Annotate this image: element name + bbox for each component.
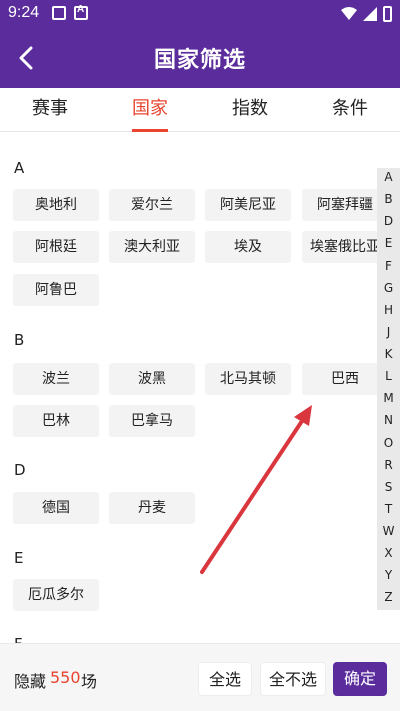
section-header-a: A [14, 159, 25, 177]
country-chip[interactable]: 阿塞拜疆 [302, 189, 388, 221]
section-header-b: B [14, 331, 25, 349]
country-chip[interactable]: 埃及 [205, 231, 291, 263]
country-chip[interactable]: 爱尔兰 [109, 189, 195, 221]
hidden-count: 550 [50, 668, 81, 687]
index-letter[interactable]: Y [377, 568, 400, 582]
image-notification-icon [52, 6, 66, 20]
section-header-e: E [14, 549, 24, 567]
country-chip[interactable]: 巴西 [302, 363, 388, 395]
section-header-f: F [14, 635, 23, 643]
hidden-unit: 场 [81, 672, 98, 691]
bottom-action-bar: 隐藏 550 场 全选 全不选 确定 [0, 643, 400, 711]
country-chip[interactable]: 巴林 [13, 405, 99, 437]
section-header-d: D [14, 461, 26, 479]
hidden-label: 隐藏 [14, 672, 47, 691]
app-notification-icon [74, 4, 88, 20]
index-letter[interactable]: H [377, 303, 400, 317]
select-none-button[interactable]: 全不选 [260, 662, 326, 696]
country-chip[interactable]: 厄瓜多尔 [13, 579, 99, 611]
signal-icon [363, 7, 377, 21]
country-chip[interactable]: 阿鲁巴 [13, 274, 99, 306]
country-chip[interactable]: 丹麦 [109, 492, 195, 524]
app-bar: 国家筛选 [0, 28, 400, 88]
country-chip[interactable]: 阿根廷 [13, 231, 99, 263]
filter-tabs: 赛事 国家 指数 条件 [0, 88, 400, 132]
index-letter[interactable]: X [377, 546, 400, 560]
index-letter[interactable]: G [377, 281, 400, 295]
tab-conditions[interactable]: 条件 [300, 88, 400, 132]
index-letter[interactable]: A [377, 170, 400, 184]
index-letter[interactable]: F [377, 259, 400, 273]
battery-icon [383, 6, 392, 22]
index-letter[interactable]: K [377, 347, 400, 361]
country-list[interactable]: A 奥地利 爱尔兰 阿美尼亚 阿塞拜疆 阿根廷 澳大利亚 埃及 埃塞俄比亚 阿鲁… [0, 133, 400, 643]
tab-country[interactable]: 国家 [100, 88, 200, 132]
index-letter[interactable]: N [377, 413, 400, 427]
index-letter[interactable]: E [377, 236, 400, 250]
country-chip[interactable]: 德国 [13, 492, 99, 524]
country-chip[interactable]: 波兰 [13, 363, 99, 395]
index-letter[interactable]: S [377, 480, 400, 494]
country-chip[interactable]: 奥地利 [13, 189, 99, 221]
tab-index[interactable]: 指数 [200, 88, 300, 132]
country-chip[interactable]: 北马其顿 [205, 363, 291, 395]
index-letter[interactable]: T [377, 502, 400, 516]
country-chip[interactable]: 巴拿马 [109, 405, 195, 437]
page-title: 国家筛选 [153, 48, 246, 73]
country-chip[interactable]: 波黑 [109, 363, 195, 395]
alphabet-index-bar[interactable]: A B D E F G H J K L M N O R S T W X Y Z [377, 168, 400, 610]
index-letter[interactable]: M [377, 391, 400, 405]
index-letter[interactable]: D [377, 214, 400, 228]
system-icons [341, 6, 392, 22]
wifi-icon [341, 7, 357, 20]
active-tab-indicator [132, 129, 168, 132]
tab-country-label: 国家 [132, 98, 168, 119]
confirm-button[interactable]: 确定 [333, 662, 387, 696]
index-letter[interactable]: B [377, 192, 400, 206]
index-letter[interactable]: Z [377, 590, 400, 604]
notification-icons [52, 4, 88, 20]
index-letter[interactable]: W [377, 524, 400, 538]
country-chip[interactable]: 阿美尼亚 [205, 189, 291, 221]
status-time: 9:24 [8, 4, 40, 21]
country-chip[interactable]: 埃塞俄比亚 [302, 231, 388, 263]
index-letter[interactable]: R [377, 458, 400, 472]
status-bar: 9:24 [0, 0, 400, 28]
index-letter[interactable]: J [377, 325, 400, 339]
select-all-button[interactable]: 全选 [198, 662, 252, 696]
tab-events[interactable]: 赛事 [0, 88, 100, 132]
country-chip[interactable]: 澳大利亚 [109, 231, 195, 263]
index-letter[interactable]: O [377, 436, 400, 450]
index-letter[interactable]: L [377, 369, 400, 383]
